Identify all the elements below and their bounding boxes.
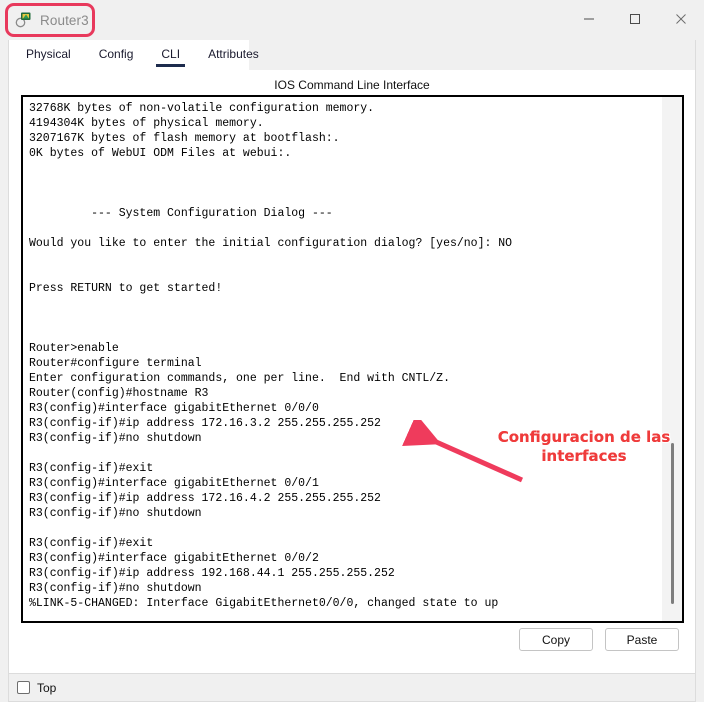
cli-terminal-frame: 32768K bytes of non-volatile configurati… bbox=[21, 95, 684, 623]
top-checkbox[interactable] bbox=[17, 681, 30, 694]
tab-attributes[interactable]: Attributes bbox=[205, 40, 262, 70]
top-checkbox-label: Top bbox=[37, 680, 57, 695]
terminal-scrollbar[interactable] bbox=[662, 97, 682, 621]
window-footer: Top bbox=[8, 674, 696, 702]
cli-output[interactable]: 32768K bytes of non-volatile configurati… bbox=[23, 97, 662, 621]
copy-button[interactable]: Copy bbox=[519, 628, 593, 651]
terminal-line: R3(config-if)#exit bbox=[29, 537, 154, 550]
tab-bar: Physical Config CLI Attributes bbox=[9, 40, 695, 70]
terminal-line: R3(config-if)#ip address 172.16.4.2 255.… bbox=[29, 492, 381, 505]
terminal-line: R3(config-if)#ip address 172.16.3.2 255.… bbox=[29, 417, 381, 430]
terminal-line: Router(config)#hostname R3 bbox=[29, 387, 209, 400]
terminal-scrollbar-thumb[interactable] bbox=[671, 443, 674, 604]
terminal-line: --- System Configuration Dialog --- bbox=[29, 207, 333, 220]
minimize-icon[interactable] bbox=[566, 0, 612, 38]
terminal-line: R3(config-if)#no shutdown bbox=[29, 507, 202, 520]
terminal-line: 32768K bytes of non-volatile configurati… bbox=[29, 102, 375, 115]
terminal-line: 3207167K bytes of flash memory at bootfl… bbox=[29, 132, 340, 145]
terminal-line: R3(config-if)#no shutdown bbox=[29, 432, 202, 445]
maximize-icon[interactable] bbox=[612, 0, 658, 38]
cli-action-buttons: Copy Paste bbox=[519, 628, 679, 651]
window-titlebar[interactable]: Router3 bbox=[0, 0, 704, 40]
terminal-line: R3(config-if)#ip address 192.168.44.1 25… bbox=[29, 567, 395, 580]
tab-physical[interactable]: Physical bbox=[23, 40, 74, 70]
terminal-line: 4194304K bytes of physical memory. bbox=[29, 117, 264, 130]
tab-list: Physical Config CLI Attributes bbox=[9, 40, 284, 70]
tab-config[interactable]: Config bbox=[96, 40, 137, 70]
terminal-line: R3(config-if)#exit bbox=[29, 462, 154, 475]
content-panel: Physical Config CLI Attributes IOS Comma… bbox=[8, 40, 696, 674]
terminal-line: Would you like to enter the initial conf… bbox=[29, 237, 513, 250]
terminal-line: 0K bytes of WebUI ODM Files at webui:. bbox=[29, 147, 292, 160]
magnifier-router-icon bbox=[14, 11, 32, 29]
terminal-line: Press RETURN to get started! bbox=[29, 282, 223, 295]
terminal-line: Enter configuration commands, one per li… bbox=[29, 372, 450, 385]
window-title-text: Router3 bbox=[40, 12, 89, 28]
window-controls bbox=[566, 0, 704, 38]
terminal-line: R3(config-if)#no shutdown bbox=[29, 582, 202, 595]
terminal-line: Router>enable bbox=[29, 342, 119, 355]
terminal-line: R3(config)#interface gigabitEthernet 0/0… bbox=[29, 402, 319, 415]
terminal-line: Router#configure terminal bbox=[29, 357, 202, 370]
router-cli-window: Router3 Physical Config CLI Attributes I… bbox=[0, 0, 704, 702]
window-title-group: Router3 bbox=[0, 0, 89, 40]
close-icon[interactable] bbox=[658, 0, 704, 38]
section-title: IOS Command Line Interface bbox=[274, 78, 430, 92]
tab-cli[interactable]: CLI bbox=[156, 40, 185, 70]
terminal-line: R3(config)#interface gigabitEthernet 0/0… bbox=[29, 552, 319, 565]
paste-button[interactable]: Paste bbox=[605, 628, 679, 651]
terminal-line: %LINK-5-CHANGED: Interface GigabitEthern… bbox=[29, 597, 499, 610]
terminal-line: R3(config)#interface gigabitEthernet 0/0… bbox=[29, 477, 319, 490]
